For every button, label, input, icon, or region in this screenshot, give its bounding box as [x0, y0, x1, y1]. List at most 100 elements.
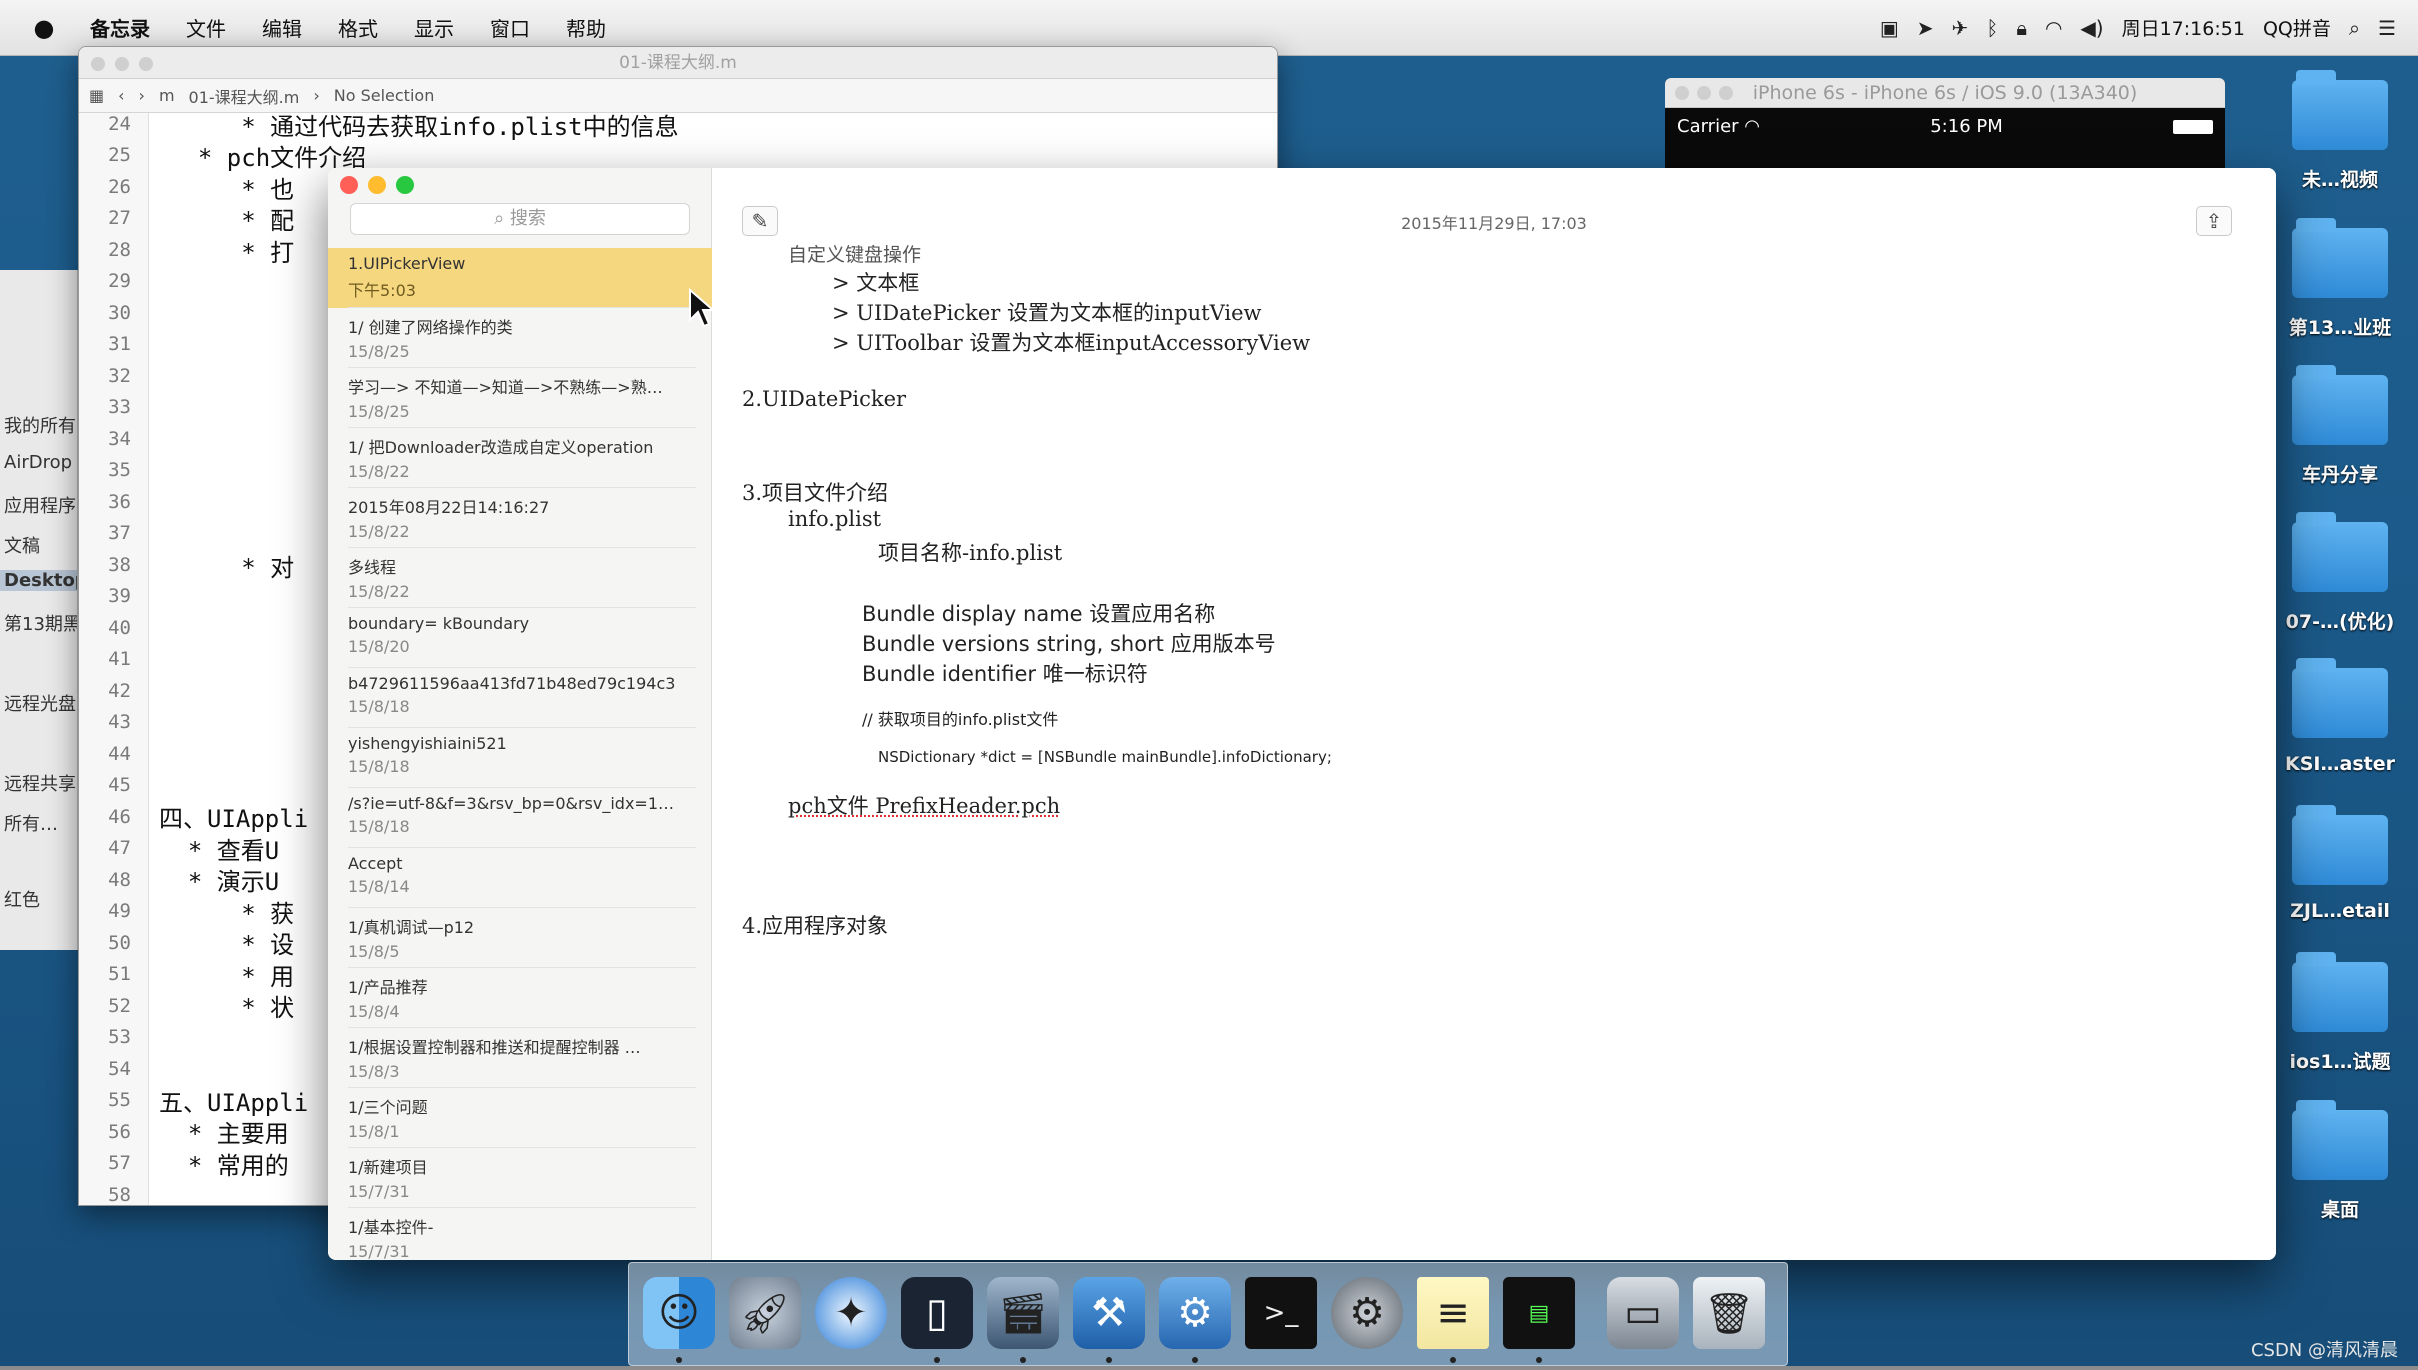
close-button[interactable] [1675, 86, 1689, 100]
finder-sidebar-item[interactable]: 应用程序 [4, 492, 76, 518]
zoom-button[interactable] [1719, 86, 1733, 100]
note-list-item[interactable]: b4729611596aa413fd71b48ed79c194c3 15/8/1… [328, 668, 712, 728]
launchpad-icon[interactable]: 🚀︎ [729, 1277, 801, 1349]
menu-edit[interactable]: 编辑 [244, 13, 320, 42]
search-input[interactable]: ⌕ 搜索 [350, 203, 690, 235]
breadcrumb-separator: › [313, 86, 320, 105]
desktop-folder-label[interactable]: 第13…业班 [2265, 313, 2415, 340]
desktop-folder-label[interactable]: KSI…aster [2265, 753, 2415, 775]
menu-file[interactable]: 文件 [168, 13, 244, 42]
note-list-item[interactable]: 1/真机调试—p12 15/8/5 [328, 908, 712, 968]
menu-app-notes[interactable]: 备忘录 [72, 13, 168, 42]
imovie-icon[interactable]: 🎬︎ [987, 1277, 1059, 1349]
desktop-folder-label[interactable]: 07-…(优化) [2265, 607, 2415, 634]
note-list-item[interactable]: yishengyishiaini521 15/8/18 [328, 728, 712, 788]
finder-sidebar-item[interactable]: 红色 [4, 886, 40, 912]
finder-sidebar-item[interactable]: 远程共享 [4, 770, 76, 796]
folder-icon[interactable] [2292, 365, 2388, 445]
trash-icon[interactable]: 🗑︎ [1693, 1277, 1765, 1349]
note-list-item[interactable]: 1/产品推荐 15/8/4 [328, 968, 712, 1028]
bluetooth-icon[interactable]: ᛒ [1986, 16, 1998, 40]
note-list-item[interactable]: 1/ 把Downloader改造成自定义operation 15/8/22 [328, 428, 712, 488]
note-list-item[interactable]: 1/三个问题 15/8/1 [328, 1088, 712, 1148]
xcode-icon[interactable]: ⚒ [1073, 1277, 1145, 1349]
finder-sidebar-item[interactable]: 文稿 [4, 532, 40, 558]
minimize-button[interactable] [1697, 86, 1711, 100]
folder-icon[interactable] [2292, 218, 2388, 298]
notification-center-icon[interactable]: ☰ [2378, 16, 2396, 40]
instruments-icon[interactable]: ⚙ [1159, 1277, 1231, 1349]
terminal-icon[interactable]: >_ [1245, 1277, 1317, 1349]
breadcrumb-file[interactable]: 01-课程大纲.m [189, 84, 300, 108]
simulator-titlebar[interactable]: iPhone 6s - iPhone 6s / iOS 9.0 (13A340) [1665, 78, 2225, 108]
note-editor[interactable]: ✎ 2015年11月29日, 17:03 ⇪ 自定义键盘操作 > 文本框 > U… [712, 168, 2276, 1260]
folder-icon[interactable] [2292, 512, 2388, 592]
folder-icon[interactable] [2292, 70, 2388, 150]
menu-view[interactable]: 显示 [396, 13, 472, 42]
note-list-item[interactable]: 1/新建项目 15/7/31 [328, 1148, 712, 1208]
folder-icon[interactable] [2292, 952, 2388, 1032]
note-list-item[interactable]: /s?ie=utf-8&f=3&rsv_bp=0&rsv_idx=1… 15/8… [328, 788, 712, 848]
xcode-titlebar[interactable]: 01-课程大纲.m [79, 47, 1277, 79]
menu-format[interactable]: 格式 [320, 13, 396, 42]
folder-icon[interactable] [2292, 1100, 2388, 1180]
finder-sidebar-item[interactable]: 第13期黑 [4, 610, 77, 636]
ios-simulator-window[interactable]: iPhone 6s - iPhone 6s / iOS 9.0 (13A340)… [1665, 78, 2225, 178]
line-number: 46 [108, 806, 131, 828]
mouse-icon[interactable]: ▯ [901, 1277, 973, 1349]
back-arrow-icon[interactable]: ‹ [118, 86, 124, 105]
desktop-folder-label[interactable]: 未…视频 [2265, 165, 2415, 192]
note-list-item[interactable]: 2015年08月22日14:16:27 15/8/22 [328, 488, 712, 548]
wifi-icon[interactable]: ◠ [2045, 16, 2062, 40]
note-list-item[interactable]: 学习—> 不知道—>知道—>不熟练—>熟… 15/8/25 [328, 368, 712, 428]
minimize-button[interactable] [115, 57, 129, 71]
note-list-item[interactable]: 1/ 创建了网络操作的类 15/8/25 [328, 308, 712, 368]
spotlight-search-icon[interactable]: ⌕ [2349, 16, 2360, 40]
folder-icon[interactable] [2292, 805, 2388, 885]
zoom-button[interactable] [139, 57, 153, 71]
forward-arrow-icon[interactable]: › [139, 86, 145, 105]
input-method-indicator[interactable]: QQ拼音 [2263, 14, 2331, 41]
notes-icon[interactable]: ≡ [1417, 1277, 1489, 1349]
screen-record-icon[interactable]: ▣ [1880, 16, 1899, 40]
finder-icon[interactable]: ☺ [643, 1277, 715, 1349]
breadcrumb-selection[interactable]: No Selection [334, 86, 435, 105]
grid-icon[interactable]: ▦ [89, 86, 104, 105]
safari-icon[interactable]: ✦ [815, 1277, 887, 1349]
note-date: 15/8/5 [348, 942, 400, 961]
lock-icon[interactable]: 🔒︎ [2016, 16, 2027, 40]
note-list-item[interactable]: boundary= kBoundary 15/8/20 [328, 608, 712, 668]
note-list-item[interactable]: 1/基本控件- 15/7/31 [328, 1208, 712, 1260]
minimize-button[interactable] [368, 176, 386, 194]
menu-window[interactable]: 窗口 [472, 13, 548, 42]
finder-sidebar-item[interactable]: 我的所有 [4, 412, 76, 438]
close-button[interactable] [91, 57, 105, 71]
note-list-item[interactable]: 多线程 15/8/22 [328, 548, 712, 608]
finder-sidebar-item[interactable]: AirDrop [4, 452, 72, 473]
desktop-folder-label[interactable]: ZJL…etail [2265, 900, 2415, 922]
folder-icon[interactable] [2292, 658, 2388, 738]
apple-menu-icon[interactable]: ● [16, 14, 72, 42]
finder-sidebar-item[interactable]: Desktop [0, 570, 77, 591]
note-list-item[interactable]: Accept 15/8/14 [328, 848, 712, 908]
console-icon[interactable]: ▤ [1503, 1277, 1575, 1349]
menu-help[interactable]: 帮助 [548, 13, 624, 42]
airplane-icon[interactable]: ✈ [1952, 16, 1969, 40]
code-line: * 演示U [159, 868, 280, 896]
desktop-folder-label[interactable]: ios1…试题 [2265, 1047, 2415, 1074]
location-icon[interactable]: ➤ [1917, 16, 1934, 40]
desktop-folder-label[interactable]: 车丹分享 [2265, 460, 2415, 487]
finder-sidebar-item[interactable]: 远程光盘 [4, 690, 76, 716]
note-list-item[interactable]: 1/根据设置控制器和推送和提醒控制器 … 15/8/3 [328, 1028, 712, 1088]
zoom-button[interactable] [396, 176, 414, 194]
finder-sidebar-item[interactable]: 所有… [4, 810, 58, 836]
desktop-folder-label[interactable]: 桌面 [2265, 1195, 2415, 1222]
menubar-clock[interactable]: 周日17:16:51 [2122, 14, 2245, 41]
system-preferences-icon[interactable]: ⚙ [1331, 1277, 1403, 1349]
close-button[interactable] [340, 176, 358, 194]
note-list-item[interactable]: 1.UIPickerView 下午5:03 [328, 248, 712, 308]
simulator-icon[interactable]: ▭ [1607, 1277, 1679, 1349]
volume-icon[interactable]: ◀) [2080, 16, 2103, 40]
note-title: 1/ 把Downloader改造成自定义operation [348, 438, 654, 457]
share-icon[interactable]: ⇪ [2196, 206, 2232, 236]
